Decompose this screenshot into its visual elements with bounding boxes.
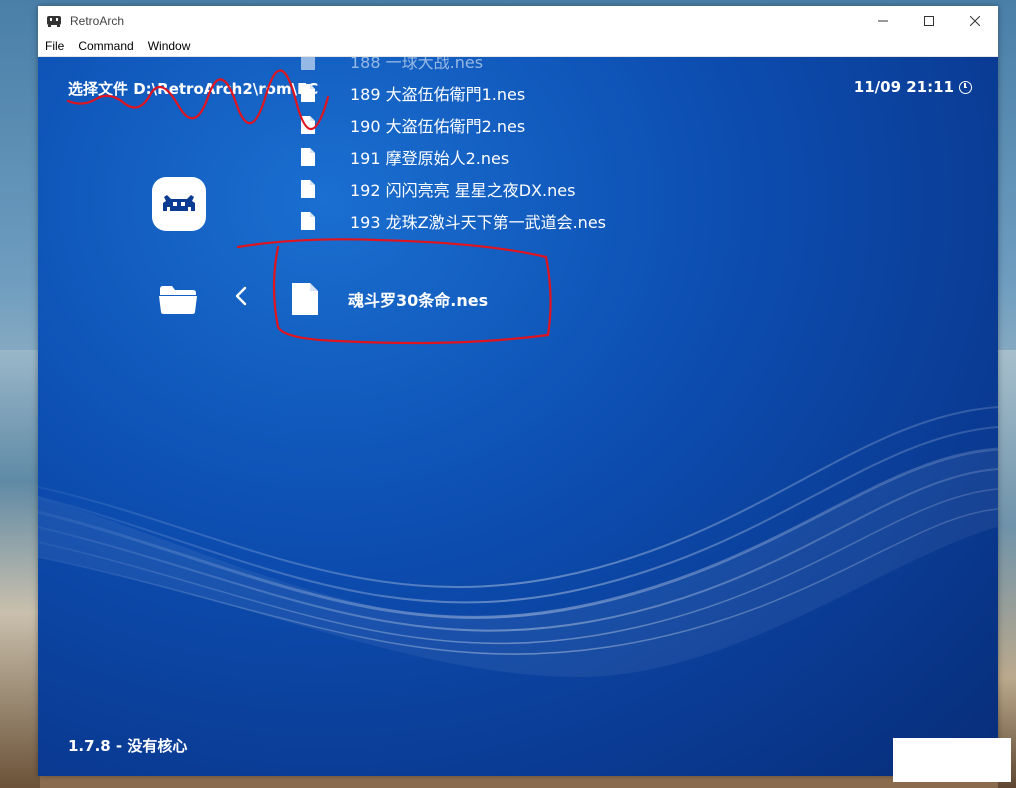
list-item[interactable]: 188 一球大战.nes xyxy=(300,57,483,77)
clock-icon xyxy=(959,80,972,94)
list-item[interactable]: 191 摩登原始人2.nes xyxy=(300,141,509,173)
minimize-button[interactable] xyxy=(860,6,906,36)
file-icon xyxy=(301,148,315,166)
ribbon-background xyxy=(38,406,998,677)
blank-overlay-box xyxy=(893,738,1011,782)
file-name: 188 一球大战.nes xyxy=(350,57,484,72)
desktop-wallpaper-left xyxy=(0,350,40,788)
menu-file[interactable]: File xyxy=(38,39,71,53)
file-icon xyxy=(301,180,315,198)
minimize-icon xyxy=(878,20,888,22)
close-icon xyxy=(970,16,980,26)
list-item[interactable]: 189 大盗伍佑衛門1.nes xyxy=(300,77,525,109)
version-core-status: 1.7.8 - 没有核心 xyxy=(68,737,188,755)
list-item[interactable]: 193 龙珠Z激斗天下第一武道会.nes xyxy=(300,205,606,237)
retroarch-menu-area: 选择文件 D:\RetroArch2\rom\FC 11/09 21:11 18… xyxy=(38,57,998,776)
back-chevron-icon[interactable] xyxy=(234,286,248,310)
file-name: 191 摩登原始人2.nes xyxy=(350,149,510,168)
clock-time: 11/09 21:11 xyxy=(853,78,954,96)
current-directory-path: 选择文件 D:\RetroArch2\rom\FC xyxy=(68,80,319,98)
selected-file-name: 魂斗罗30条命.nes xyxy=(348,291,489,310)
menu-command[interactable]: Command xyxy=(71,39,140,53)
menu-window[interactable]: Window xyxy=(141,39,198,53)
file-name: 189 大盗伍佑衛門1.nes xyxy=(350,85,526,104)
window-title: RetroArch xyxy=(70,14,125,28)
list-item[interactable]: 192 闪闪亮亮 星星之夜DX.nes xyxy=(300,173,575,205)
file-name: 190 大盗伍佑衛門2.nes xyxy=(350,117,526,136)
file-icon xyxy=(301,116,315,134)
retroarch-app-icon xyxy=(46,13,62,29)
retroarch-window: RetroArch File Command Window 选择文件 D:\Re… xyxy=(38,6,998,776)
maximize-icon xyxy=(924,16,934,26)
retroarch-logo-icon xyxy=(152,177,206,231)
clock: 11/09 21:11 xyxy=(854,78,972,96)
menu-bar: File Command Window xyxy=(38,36,998,57)
selected-list-item[interactable]: 魂斗罗30条命.nes xyxy=(290,279,488,319)
file-name: 192 闪闪亮亮 星星之夜DX.nes xyxy=(350,181,576,200)
list-item[interactable]: 190 大盗伍佑衛門2.nes xyxy=(300,109,525,141)
file-name: 193 龙珠Z激斗天下第一武道会.nes xyxy=(350,213,606,232)
folder-icon[interactable] xyxy=(158,283,198,319)
maximize-button[interactable] xyxy=(906,6,952,36)
file-icon xyxy=(301,57,315,70)
file-icon xyxy=(301,212,315,230)
file-icon xyxy=(292,283,318,315)
close-button[interactable] xyxy=(952,6,998,36)
desktop-wallpaper-right xyxy=(998,350,1016,788)
title-bar[interactable]: RetroArch xyxy=(38,6,998,36)
file-icon xyxy=(301,84,315,102)
